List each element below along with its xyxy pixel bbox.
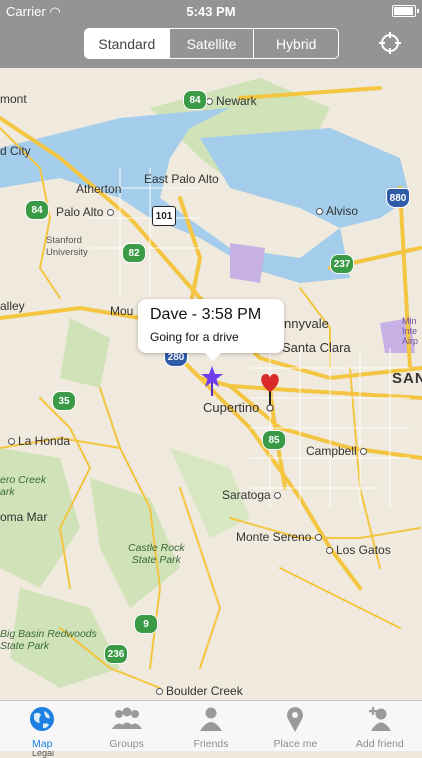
place-airport: Min Inte Airp xyxy=(402,316,419,346)
interstate-880-shield: 880 xyxy=(386,188,410,208)
city-dot xyxy=(206,98,213,106)
map-type-standard[interactable]: Standard xyxy=(85,29,169,58)
place-santa-clara: Santa Clara xyxy=(282,340,351,355)
tab-bar: Map Groups Friends Place me Add friend xyxy=(0,700,422,751)
place-boulder-creek: Boulder Creek xyxy=(156,684,243,698)
place-stanford: Stanford University xyxy=(46,235,88,258)
place-campbell: Campbell xyxy=(306,444,370,458)
tab-map[interactable]: Map xyxy=(0,701,84,751)
place-san-jose: SAN xyxy=(392,370,422,387)
callout-subtitle: Going for a drive xyxy=(150,330,239,344)
tab-friends[interactable]: Friends xyxy=(169,701,253,751)
tab-map-label: Map xyxy=(31,738,53,750)
place-palo-alto: Palo Alto xyxy=(56,205,117,219)
pin-icon xyxy=(287,707,304,732)
map-type-hybrid[interactable]: Hybrid xyxy=(253,29,338,58)
route-9-shield: 9 xyxy=(134,614,158,634)
tab-friends-label: Friends xyxy=(193,738,229,750)
place-mountain-view: Mou xyxy=(110,304,134,318)
locate-me-icon[interactable] xyxy=(378,31,402,55)
city-dot xyxy=(8,438,15,446)
callout-title: Dave - 3:58 PM xyxy=(150,306,262,323)
place-newark: Newark xyxy=(206,94,257,108)
place-cupertino: Cupertino xyxy=(203,400,260,415)
city-dot xyxy=(274,492,282,500)
status-bar: Carrier ◠ 5:43 PM xyxy=(0,0,422,22)
place-redwood-city: d City xyxy=(0,144,31,158)
city-dot xyxy=(314,534,322,542)
add-friend-icon xyxy=(368,707,391,731)
tab-add-friend-label: Add friend xyxy=(355,738,404,750)
route-84-shield: 84 xyxy=(183,90,207,110)
city-dot xyxy=(360,448,368,456)
park-castle-rock: Castle Rock State Park xyxy=(128,542,185,566)
place-los-gatos: Los Gatos xyxy=(326,543,391,557)
place-sunnyvale: nnyvale xyxy=(284,316,329,331)
tab-place-me[interactable]: Place me xyxy=(253,701,337,751)
city-dot xyxy=(106,209,114,217)
park-pero-creek: ero Creek ark xyxy=(0,474,47,498)
groups-icon xyxy=(111,707,142,729)
place-alviso: Alviso xyxy=(316,204,358,218)
tab-add-friend[interactable]: Add friend xyxy=(338,701,422,751)
route-84-shield: 84 xyxy=(25,200,49,220)
place-saratoga: Saratoga xyxy=(222,488,284,502)
route-82-shield: 82 xyxy=(122,243,146,263)
place-east-palo-alto: East Palo Alto xyxy=(144,172,219,186)
city-dot xyxy=(316,208,323,216)
us-101-shield: 101 xyxy=(152,206,176,226)
route-237-shield: 237 xyxy=(330,254,354,274)
status-time: 5:43 PM xyxy=(186,4,236,19)
friend-callout[interactable]: Dave - 3:58 PM Going for a drive xyxy=(138,299,284,361)
friend-star-marker[interactable] xyxy=(200,364,224,398)
route-236-shield: 236 xyxy=(104,644,128,664)
battery-icon xyxy=(392,5,419,17)
place-monte-sereno: Monte Sereno xyxy=(236,530,325,544)
city-dot xyxy=(156,688,163,696)
route-35-shield: 35 xyxy=(52,391,76,411)
place-fremont: mont xyxy=(0,92,27,106)
map-type-segmented-control[interactable]: Standard Satellite Hybrid xyxy=(84,28,339,59)
place-atherton: Atherton xyxy=(76,182,122,196)
map-type-satellite[interactable]: Satellite xyxy=(168,29,254,58)
place-valley: alley xyxy=(0,299,25,313)
heart-pin-marker[interactable] xyxy=(258,372,282,412)
route-85-shield: 85 xyxy=(262,430,286,450)
place-la-honda: La Honda xyxy=(8,434,70,448)
tab-place-me-label: Place me xyxy=(273,738,318,750)
place-loma-mar: oma Mar xyxy=(0,510,48,524)
park-big-basin: Big Basin Redwoods State Park xyxy=(0,628,97,652)
tab-groups-label: Groups xyxy=(109,738,144,750)
map-view[interactable]: mont Newark d City Atherton East Palo Al… xyxy=(0,68,422,758)
tab-groups[interactable]: Groups xyxy=(84,701,168,751)
city-dot xyxy=(326,547,333,555)
globe-icon xyxy=(30,707,55,731)
friend-icon xyxy=(200,707,223,731)
